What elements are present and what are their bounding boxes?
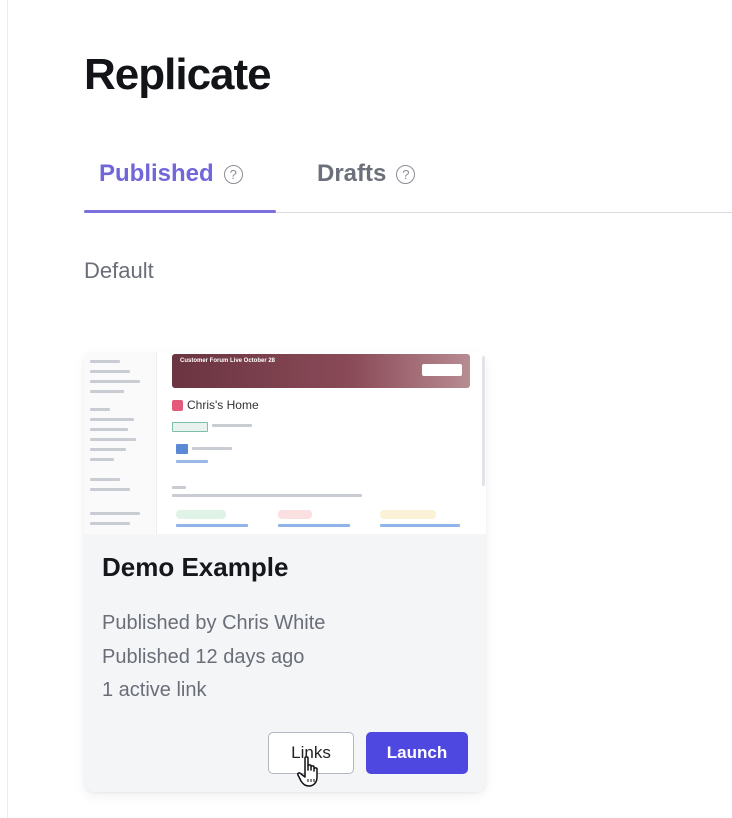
thumbnail-line [176,460,208,463]
thumbnail-line [90,418,134,421]
thumbnail-line [192,447,232,450]
hand-pointer-cursor-icon [297,756,318,787]
tab-drafts[interactable]: Drafts ? [317,160,416,188]
active-tab-indicator [84,210,276,213]
thumbnail-banner: Customer Forum Live October 28 [172,354,470,388]
published-date: Published 12 days ago [102,646,305,668]
tab-drafts-label: Drafts [317,160,387,187]
thumbnail-line [380,524,460,527]
thumbnail-tag [278,510,312,519]
tab-published[interactable]: Published ? [99,160,243,188]
thumbnail-line [90,512,140,515]
published-by: Published by Chris White [102,612,326,634]
thumbnail-line [176,524,248,527]
thumbnail-sidebar [84,352,157,534]
card-thumbnail: Customer Forum Live October 28 Chris's H… [84,352,486,534]
replicate-card[interactable]: Customer Forum Live October 28 Chris's H… [84,352,486,792]
page-title: Replicate [84,50,272,99]
active-link-count: 1 active link [102,679,207,701]
thumbnail-line [172,486,186,489]
thumbnail-line [90,408,110,411]
thumbnail-line [90,370,130,373]
thumbnail-tag [176,510,226,519]
question-circle-icon[interactable]: ? [223,164,243,184]
thumbnail-line [90,448,126,451]
thumbnail-page-title-text: Chris's Home [187,398,259,412]
question-circle-icon[interactable]: ? [396,164,416,184]
thumbnail-line [172,422,208,432]
thumbnail-line [90,438,136,441]
thumbnail-line [90,380,140,383]
tab-bar: Published ? Drafts ? [84,152,732,213]
thumbnail-line [90,458,114,461]
thumbnail-banner-title: Customer Forum Live October 28 [180,358,276,364]
left-divider [7,0,8,818]
thumbnail-line [90,488,130,491]
thumbnail-tag [380,510,436,519]
thumbnail-line [90,360,120,363]
group-label: Default [84,258,154,283]
card-title: Demo Example [102,552,289,582]
thumbnail-line [176,444,188,454]
thumbnail-line [278,524,350,527]
home-icon [172,399,183,411]
tab-published-label: Published [99,160,214,187]
thumbnail-scrollbar [482,356,485,486]
thumbnail-page-title: Chris's Home [172,398,259,412]
thumbnail-line [90,428,128,431]
thumbnail-line [90,522,130,525]
thumbnail-line [90,390,124,393]
thumbnail-line [212,424,252,427]
launch-button[interactable]: Launch [366,732,468,774]
thumbnail-banner-button [422,364,462,376]
thumbnail-line [90,478,120,481]
thumbnail-line [172,494,362,497]
